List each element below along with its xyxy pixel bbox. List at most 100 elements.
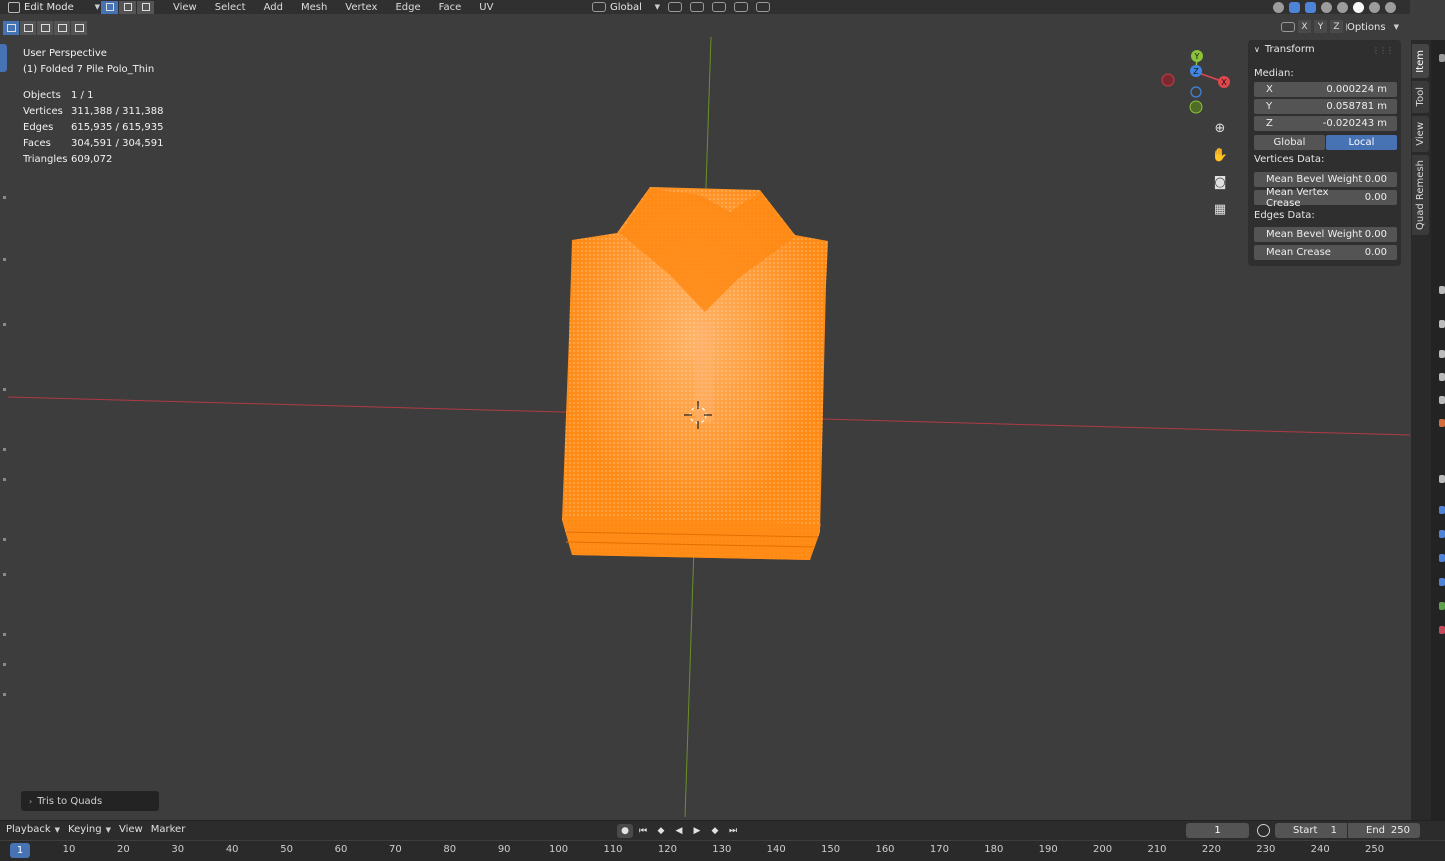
constraint-properties-icon[interactable] [1439, 554, 1445, 562]
selection-mode-buttons [3, 21, 87, 35]
drag-grip-icon[interactable]: ⋮⋮⋮ [1372, 46, 1394, 55]
gizmo-neg-y-axis[interactable] [1189, 100, 1203, 114]
falloff-icon[interactable] [756, 2, 770, 12]
transform-panel: ∨ Transform ⋮⋮⋮ Median: X 0.000224 m Y 0… [1248, 40, 1401, 266]
mirror-x-button[interactable]: X [1298, 20, 1311, 33]
snap-target-icon[interactable] [712, 2, 726, 12]
timeline-view-menu[interactable]: View [119, 824, 143, 835]
output-properties-icon[interactable] [1439, 320, 1445, 328]
physics-properties-icon[interactable] [1439, 530, 1445, 538]
tab-view[interactable]: View [1412, 116, 1429, 152]
xray-toggle-icon[interactable] [1321, 1, 1332, 13]
frame-mark: 60 [334, 844, 348, 855]
mean-vertex-crease-field[interactable]: Mean Vertex Crease 0.00 [1254, 187, 1397, 209]
gizmo-neg-x-axis[interactable] [1161, 73, 1175, 87]
orientation-dropdown[interactable]: Global ▼ [592, 2, 660, 13]
tab-item-label: Item [1415, 49, 1426, 73]
median-z-field[interactable]: Z -0.020243 m [1254, 116, 1397, 131]
frame-ruler[interactable]: 1 10 20 30 40 50 60 70 80 90 100 110 120 130 140 150 16… [0, 841, 1445, 861]
gizmo-neg-z-axis[interactable] [1190, 86, 1202, 98]
wireframe-shading-icon[interactable] [1337, 1, 1348, 13]
frame-mark: 20 [117, 844, 130, 855]
transform-panel-header[interactable]: ∨ Transform [1254, 44, 1315, 55]
zoom-icon[interactable]: ⊕ [1210, 120, 1230, 137]
texture-properties-icon[interactable] [1439, 626, 1445, 634]
last-operator-panel[interactable]: › Tris to Quads [21, 791, 159, 811]
face-select-button[interactable] [137, 0, 154, 14]
menu-mesh[interactable]: Mesh [292, 2, 336, 13]
marker-menu[interactable]: Marker [151, 824, 186, 835]
material-properties-icon[interactable] [1439, 602, 1445, 610]
select-new-button[interactable] [3, 21, 19, 35]
edge-select-button[interactable] [119, 0, 136, 14]
mean-bevel-weight-vertex-field[interactable]: Mean Bevel Weight 0.00 [1254, 172, 1397, 187]
select-invert-button[interactable] [54, 21, 70, 35]
select-intersect-button[interactable] [71, 21, 87, 35]
navigation-gizmo[interactable]: Y Z X [1160, 47, 1235, 119]
mirror-z-button[interactable]: Z [1330, 20, 1343, 33]
scene-properties-icon[interactable] [1439, 373, 1445, 381]
current-frame-field[interactable]: 1 [1186, 823, 1249, 838]
menu-uv[interactable]: UV [470, 2, 502, 13]
mean-bevel-weight-edge-field[interactable]: Mean Bevel Weight 0.00 [1254, 227, 1397, 242]
global-space-button[interactable]: Global [1254, 135, 1325, 150]
overlay-toggle-icon[interactable] [1305, 1, 1316, 13]
end-frame-field[interactable]: End 250 [1348, 823, 1420, 838]
jump-start-icon[interactable]: ⏮ [635, 824, 651, 838]
object-properties-icon[interactable] [1439, 419, 1445, 427]
pan-hand-icon[interactable]: ✋ [1210, 147, 1230, 164]
proportional-edit-icon[interactable] [734, 2, 748, 12]
tab-item[interactable]: Item [1412, 44, 1429, 78]
menu-add[interactable]: Add [255, 2, 292, 13]
playback-menu[interactable]: Playback ▼ [6, 824, 60, 835]
next-keyframe-icon[interactable]: ◆ [707, 824, 723, 838]
play-reverse-icon[interactable]: ◀ [671, 824, 687, 838]
grid-perspective-icon[interactable]: ▦ [1210, 201, 1230, 218]
world-properties-icon[interactable] [1439, 396, 1445, 404]
menu-view[interactable]: View [164, 2, 206, 13]
menu-edge[interactable]: Edge [386, 2, 429, 13]
render-properties-icon[interactable] [1439, 286, 1445, 294]
play-icon[interactable]: ▶ [689, 824, 705, 838]
menu-vertex[interactable]: Vertex [336, 2, 386, 13]
median-y-field[interactable]: Y 0.058781 m [1254, 99, 1397, 114]
data-properties-icon[interactable] [1439, 578, 1445, 586]
rendered-shading-icon[interactable] [1385, 1, 1396, 13]
mean-crease-field[interactable]: Mean Crease 0.00 [1254, 245, 1397, 260]
3d-viewport[interactable] [0, 37, 1410, 817]
select-subtract-button[interactable] [37, 21, 53, 35]
tab-tool[interactable]: Tool [1412, 81, 1429, 113]
visibility-icon[interactable] [1273, 1, 1284, 13]
particle-properties-icon[interactable] [1439, 506, 1445, 514]
options-label: Options [1347, 21, 1386, 33]
mesh-object[interactable] [562, 187, 828, 560]
view-layer-properties-icon[interactable] [1439, 350, 1445, 358]
menu-face[interactable]: Face [430, 2, 471, 13]
vertex-select-button[interactable] [101, 0, 118, 14]
material-shading-icon[interactable] [1369, 1, 1380, 13]
start-frame-field[interactable]: Start 1 [1275, 823, 1347, 838]
gizmo-toggle-icon[interactable] [1289, 1, 1300, 13]
clock-icon[interactable] [1257, 824, 1270, 837]
jump-end-icon[interactable]: ⏭ [725, 824, 741, 838]
local-space-button[interactable]: Local [1326, 135, 1397, 150]
frame-mark: 150 [821, 844, 841, 855]
prev-keyframe-icon[interactable]: ◆ [653, 824, 669, 838]
field-value: 0.00 [1364, 174, 1387, 185]
tool-properties-icon[interactable] [1439, 54, 1445, 62]
pivot-point-icon[interactable] [668, 2, 682, 12]
select-extend-button[interactable] [20, 21, 36, 35]
mirror-y-button[interactable]: Y [1314, 20, 1327, 33]
tab-quad-remesh[interactable]: Quad Remesh [1412, 155, 1429, 235]
median-x-field[interactable]: X 0.000224 m [1254, 82, 1397, 97]
solid-shading-icon[interactable] [1353, 1, 1364, 13]
camera-view-icon[interactable]: ◙ [1210, 174, 1230, 191]
playhead-frame-indicator[interactable]: 1 [10, 843, 30, 858]
keying-menu[interactable]: Keying ▼ [68, 824, 111, 835]
menu-select[interactable]: Select [206, 2, 255, 13]
modifier-properties-icon[interactable] [1439, 475, 1445, 483]
options-dropdown[interactable]: Options ▼ [1347, 19, 1399, 35]
record-icon[interactable]: ● [617, 824, 633, 838]
mode-selector[interactable]: Edit Mode ▼ [0, 1, 100, 13]
snap-icon[interactable] [690, 2, 704, 12]
